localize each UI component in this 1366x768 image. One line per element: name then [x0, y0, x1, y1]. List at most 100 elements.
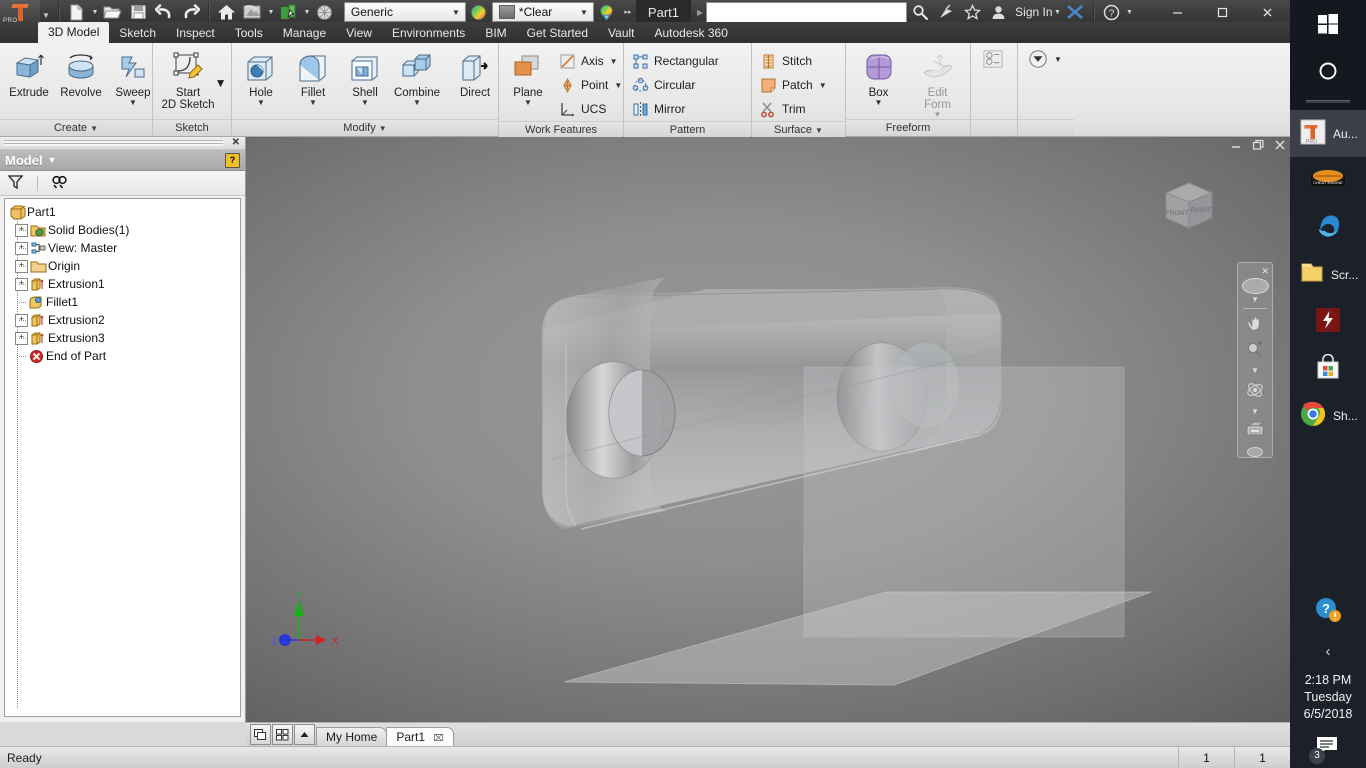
fillet-dropdown-caret[interactable]: ▼ — [309, 99, 317, 107]
satellite-icon[interactable] — [933, 1, 959, 23]
tab-bim[interactable]: BIM — [475, 24, 516, 43]
action-center-button[interactable]: 3 — [1290, 735, 1366, 764]
material-browser-button[interactable] — [312, 1, 338, 23]
combine-dropdown-caret[interactable]: ▼ — [413, 99, 421, 107]
undo-button[interactable] — [152, 1, 178, 23]
taskbar-item-cheat-engine[interactable]: CHEAT ENGINE — [1290, 157, 1366, 204]
tree-node-extrusion3[interactable]: + Extrusion3 — [7, 329, 238, 347]
close-button[interactable] — [1245, 0, 1290, 24]
tree-node-solid-bodies[interactable]: + Solid Bodies(1) — [7, 221, 238, 239]
sign-in-label[interactable]: Sign In — [1015, 5, 1052, 19]
tab-3d-model[interactable]: 3D Model — [38, 22, 110, 43]
orbit-dropdown-caret[interactable]: ▼ — [1251, 408, 1259, 416]
taskbar-item-store[interactable] — [1290, 345, 1366, 392]
document-minimize-button[interactable] — [1230, 139, 1242, 153]
model-tree[interactable]: Part1 + Solid Bodies(1) + View: Master +… — [4, 198, 241, 717]
tree-node-end-of-part[interactable]: End of Part — [7, 347, 238, 365]
look-at-icon[interactable] — [1245, 421, 1265, 440]
new-button[interactable] — [64, 1, 90, 23]
tab-inspect[interactable]: Inspect — [166, 24, 225, 43]
quick-access-overflow[interactable]: ▸▸ — [620, 8, 636, 16]
appearance-picker-icon[interactable] — [594, 1, 620, 23]
tab-vault[interactable]: Vault — [598, 24, 644, 43]
panel-dropdown-caret[interactable]: ▼ — [379, 124, 387, 133]
combine-button[interactable]: Combine ▼ — [391, 47, 443, 107]
tab-tools[interactable]: Tools — [225, 24, 273, 43]
explore-dropdown-caret[interactable]: ▼ — [1054, 55, 1062, 64]
work-point-button[interactable]: Point ▼ — [554, 73, 627, 97]
taskbar-item-edge[interactable] — [1290, 204, 1366, 251]
shell-dropdown-caret[interactable]: ▼ — [361, 99, 369, 107]
return-dropdown-caret[interactable]: ▼ — [302, 9, 312, 16]
sweep-button[interactable]: Sweep ▼ — [107, 47, 159, 107]
panel-label-sketch[interactable]: Sketch — [153, 119, 231, 136]
hole-button[interactable]: Hole ▼ — [235, 47, 287, 107]
tree-node-extrusion2[interactable]: + Extrusion2 — [7, 311, 238, 329]
cortana-button[interactable] — [1290, 47, 1366, 94]
tab-manage[interactable]: Manage — [273, 24, 336, 43]
browser-close-icon[interactable]: ✕ — [232, 137, 240, 148]
chevron-down-icon[interactable]: ▼ — [48, 155, 57, 165]
document-tab-my-home[interactable]: My Home — [316, 727, 388, 747]
search-expand-caret[interactable]: ▶ — [697, 8, 703, 17]
tree-node-fillet1[interactable]: Fillet1 — [7, 293, 238, 311]
tree-node-view-master[interactable]: + View: Master — [7, 239, 238, 257]
tree-node-extrusion1[interactable]: + Extrusion1 — [7, 275, 238, 293]
ucs-button[interactable]: UCS — [554, 97, 627, 121]
open-button[interactable] — [100, 1, 126, 23]
shell-button[interactable]: Shell ▼ — [339, 47, 391, 107]
fillet-button[interactable]: Fillet ▼ — [287, 47, 339, 107]
chevron-down-icon[interactable]: ▼ — [449, 8, 463, 17]
zoom-dropdown-caret[interactable]: ▼ — [1251, 367, 1259, 375]
find-icon[interactable] — [52, 175, 69, 192]
help-icon[interactable]: ? — [1099, 1, 1125, 23]
help-alert-icon[interactable]: ? — [1290, 586, 1366, 633]
taskbar-item-inventor[interactable]: PRO Au... — [1290, 110, 1366, 157]
work-point-dropdown-caret[interactable]: ▼ — [614, 81, 622, 90]
maximize-button[interactable] — [1200, 0, 1245, 24]
exchange-apps-icon[interactable] — [1063, 1, 1089, 23]
taskbar-clock[interactable]: 2:18 PM Tuesday 6/5/2018 — [1290, 672, 1366, 723]
freeform-box-button[interactable]: Box ▼ — [853, 47, 905, 107]
panel-label-pattern[interactable]: Pattern — [624, 121, 751, 138]
mirror-button[interactable]: Mirror — [627, 97, 724, 121]
graphics-viewport[interactable]: FRONT RIGHT ✕ ▼ ▼ ▼ Y X Z — [246, 137, 1290, 722]
material-combo[interactable]: Generic ▼ — [343, 2, 466, 22]
sweep-dropdown-caret[interactable]: ▼ — [129, 99, 137, 107]
application-menu-button[interactable]: PRO — [0, 0, 40, 24]
browser-drag-handle[interactable]: ✕ — [0, 137, 245, 150]
tab-autodesk-360[interactable]: Autodesk 360 — [645, 24, 738, 43]
update-dropdown-caret[interactable]: ▼ — [266, 9, 276, 16]
tile-windows-button[interactable] — [272, 724, 293, 745]
help-icon[interactable]: ? — [225, 152, 240, 168]
redo-button[interactable] — [178, 1, 204, 23]
appearance-combo[interactable]: *Clear ▼ — [491, 2, 594, 22]
scroll-up-button[interactable] — [294, 724, 315, 745]
new-dropdown-caret[interactable]: ▼ — [90, 9, 100, 16]
explore-button[interactable]: ▼ — [1025, 47, 1067, 71]
patch-dropdown-caret[interactable]: ▼ — [819, 81, 827, 90]
close-icon[interactable]: ✕ — [1261, 267, 1269, 276]
tab-view[interactable]: View — [336, 24, 382, 43]
search-icon[interactable] — [907, 1, 933, 23]
orbit-icon[interactable] — [1245, 380, 1265, 403]
rectangular-pattern-button[interactable]: Rectangular — [627, 49, 724, 73]
patch-button[interactable]: Patch ▼ — [755, 73, 832, 97]
steering-wheel-icon[interactable] — [1241, 278, 1269, 294]
stitch-button[interactable]: Stitch — [755, 49, 832, 73]
pan-icon[interactable] — [1246, 314, 1264, 335]
show-hidden-icons-button[interactable]: ‹ — [1290, 643, 1366, 660]
user-icon[interactable] — [985, 1, 1011, 23]
work-axis-dropdown-caret[interactable]: ▼ — [610, 57, 618, 66]
tab-sketch[interactable]: Sketch — [109, 24, 166, 43]
filter-icon[interactable] — [7, 174, 24, 192]
search-input[interactable] — [706, 1, 908, 23]
taskbar-item-flash[interactable] — [1290, 298, 1366, 345]
panel-label-surface[interactable]: Surface ▼ — [752, 121, 845, 138]
direct-edit-button[interactable]: Direct — [449, 47, 501, 99]
viewcube[interactable]: FRONT RIGHT — [1158, 175, 1220, 237]
hole-dropdown-caret[interactable]: ▼ — [257, 99, 265, 107]
start-button[interactable] — [1290, 0, 1366, 47]
panel-label-modify[interactable]: Modify ▼ — [232, 119, 498, 136]
sign-in-caret[interactable]: ▼ — [1053, 9, 1063, 16]
